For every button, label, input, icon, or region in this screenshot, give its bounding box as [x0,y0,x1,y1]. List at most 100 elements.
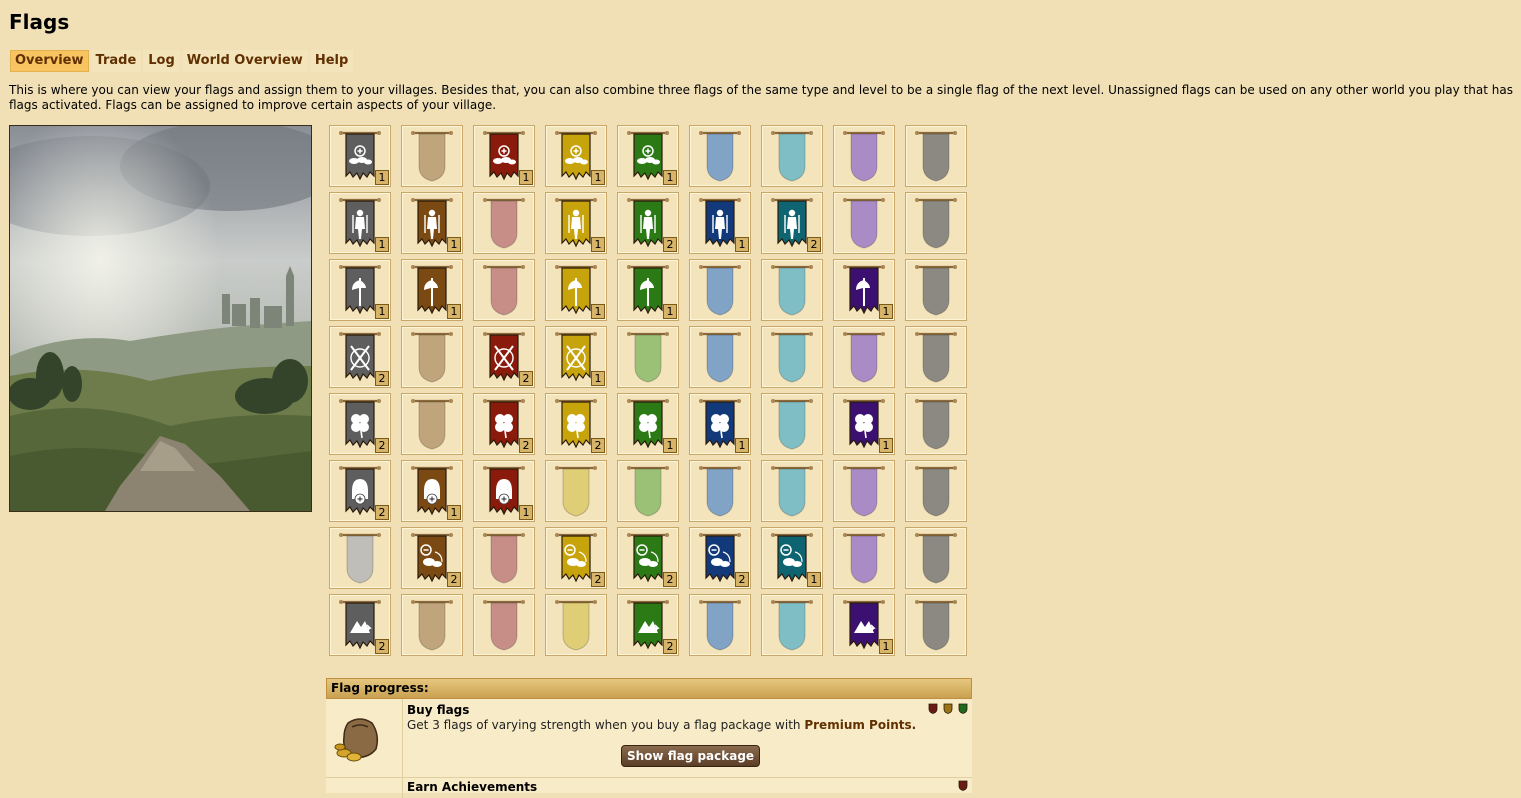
flag-slot-resources-blue[interactable] [689,125,751,187]
flag-count-badge: 1 [447,304,461,319]
tab-help[interactable]: Help [309,50,354,72]
flag-slot-luck-brown[interactable] [401,393,463,455]
flag-slot-haul-red[interactable] [473,594,535,656]
flag-slot-haul-teal[interactable] [761,594,823,656]
show-flag-package-button[interactable]: Show flag package [621,745,761,767]
flag-slot-coin-cost-brown[interactable]: 2 [401,527,463,589]
flag-count-badge: 1 [591,237,605,252]
flag-slot-recruitment-green[interactable]: 2 [617,192,679,254]
flag-slot-population-green[interactable] [617,460,679,522]
flag-slot-recruitment-dark[interactable] [905,192,967,254]
flag-slot-defense-teal[interactable] [761,326,823,388]
flag-slot-attack-grey[interactable]: 1 [329,259,391,321]
row-divider [402,778,403,798]
tab-overview[interactable]: Overview [10,50,89,72]
flag-count-badge: 2 [519,371,533,386]
flag-slot-haul-brown[interactable] [401,594,463,656]
flag-slot-resources-yellow[interactable]: 1 [545,125,607,187]
empty-flag-icon [843,533,885,584]
flag-slot-luck-yellow[interactable]: 2 [545,393,607,455]
tab-world-overview[interactable]: World Overview [181,50,308,72]
flag-slot-recruitment-teal[interactable]: 2 [761,192,823,254]
flag-slot-attack-yellow[interactable]: 1 [545,259,607,321]
empty-flag-icon [915,600,957,651]
buy-flags-shields [928,703,968,714]
flag-slot-resources-red[interactable]: 1 [473,125,535,187]
flag-slot-luck-green[interactable]: 1 [617,393,679,455]
flag-slot-defense-green[interactable] [617,326,679,388]
flag-slot-population-blue[interactable] [689,460,751,522]
flag-slot-population-red[interactable]: 1 [473,460,535,522]
flag-slot-population-yellow[interactable] [545,460,607,522]
flag-count-badge: 2 [807,237,821,252]
flag-slot-defense-brown[interactable] [401,326,463,388]
flag-slot-haul-green[interactable]: 2 [617,594,679,656]
flag-slot-coin-cost-dark[interactable] [905,527,967,589]
flag-slot-recruitment-yellow[interactable]: 1 [545,192,607,254]
flag-slot-luck-blue[interactable]: 1 [689,393,751,455]
empty-flag-icon [771,466,813,517]
flag-count-badge: 2 [375,639,389,654]
flag-slot-population-dark[interactable] [905,460,967,522]
flag-slot-recruitment-purple[interactable] [833,192,895,254]
flag-slot-recruitment-brown[interactable]: 1 [401,192,463,254]
buy-flags-row: Buy flags Get 3 flags of varying strengt… [326,699,972,778]
flag-count-badge: 2 [375,438,389,453]
flag-slot-coin-cost-purple[interactable] [833,527,895,589]
flag-slot-recruitment-blue[interactable]: 1 [689,192,751,254]
flag-slot-luck-dark[interactable] [905,393,967,455]
flag-slot-population-grey[interactable]: 2 [329,460,391,522]
flag-count-badge: 2 [375,505,389,520]
flag-slot-defense-grey[interactable]: 2 [329,326,391,388]
flag-slot-attack-purple[interactable]: 1 [833,259,895,321]
flag-slot-resources-brown[interactable] [401,125,463,187]
flag-slot-haul-blue[interactable] [689,594,751,656]
flag-slot-recruitment-red[interactable] [473,192,535,254]
flag-slot-haul-purple[interactable]: 1 [833,594,895,656]
flag-slot-resources-green[interactable]: 1 [617,125,679,187]
flag-count-badge: 2 [663,572,677,587]
tab-trade[interactable]: Trade [90,50,142,72]
flag-slot-resources-teal[interactable] [761,125,823,187]
flag-count-badge: 1 [591,371,605,386]
flag-slot-population-teal[interactable] [761,460,823,522]
flag-slot-recruitment-grey[interactable]: 1 [329,192,391,254]
flag-count-badge: 1 [807,572,821,587]
flag-count-badge: 1 [879,438,893,453]
empty-flag-icon [699,265,741,316]
flag-slot-resources-grey[interactable]: 1 [329,125,391,187]
flag-slot-haul-dark[interactable] [905,594,967,656]
flag-slot-defense-blue[interactable] [689,326,751,388]
flag-slot-resources-dark[interactable] [905,125,967,187]
flag-slot-coin-cost-yellow[interactable]: 2 [545,527,607,589]
flag-slot-luck-red[interactable]: 2 [473,393,535,455]
flag-slot-luck-purple[interactable]: 1 [833,393,895,455]
flag-count-badge: 1 [879,304,893,319]
empty-flag-icon [483,198,525,249]
flag-slot-coin-cost-blue[interactable]: 2 [689,527,751,589]
flag-slot-defense-dark[interactable] [905,326,967,388]
flag-count-badge: 1 [663,304,677,319]
flag-slot-luck-grey[interactable]: 2 [329,393,391,455]
flag-slot-coin-cost-teal[interactable]: 1 [761,527,823,589]
flag-slot-defense-red[interactable]: 2 [473,326,535,388]
flag-slot-defense-purple[interactable] [833,326,895,388]
flag-slot-luck-teal[interactable] [761,393,823,455]
flag-slot-population-purple[interactable] [833,460,895,522]
flag-slot-coin-cost-red[interactable] [473,527,535,589]
flag-slot-attack-teal[interactable] [761,259,823,321]
flag-slot-coin-cost-green[interactable]: 2 [617,527,679,589]
flag-slot-resources-purple[interactable] [833,125,895,187]
flag-slot-coin-cost-grey[interactable] [329,527,391,589]
flag-slot-attack-blue[interactable] [689,259,751,321]
flag-slot-haul-grey[interactable]: 2 [329,594,391,656]
flag-slot-attack-green[interactable]: 1 [617,259,679,321]
flag-slot-attack-red[interactable] [473,259,535,321]
flag-slot-haul-yellow[interactable] [545,594,607,656]
flag-slot-attack-dark[interactable] [905,259,967,321]
flag-slot-defense-yellow[interactable]: 1 [545,326,607,388]
flag-slot-population-brown[interactable]: 1 [401,460,463,522]
flag-slot-attack-brown[interactable]: 1 [401,259,463,321]
premium-points-link[interactable]: Premium Points. [804,718,916,732]
tab-log[interactable]: Log [143,50,180,72]
